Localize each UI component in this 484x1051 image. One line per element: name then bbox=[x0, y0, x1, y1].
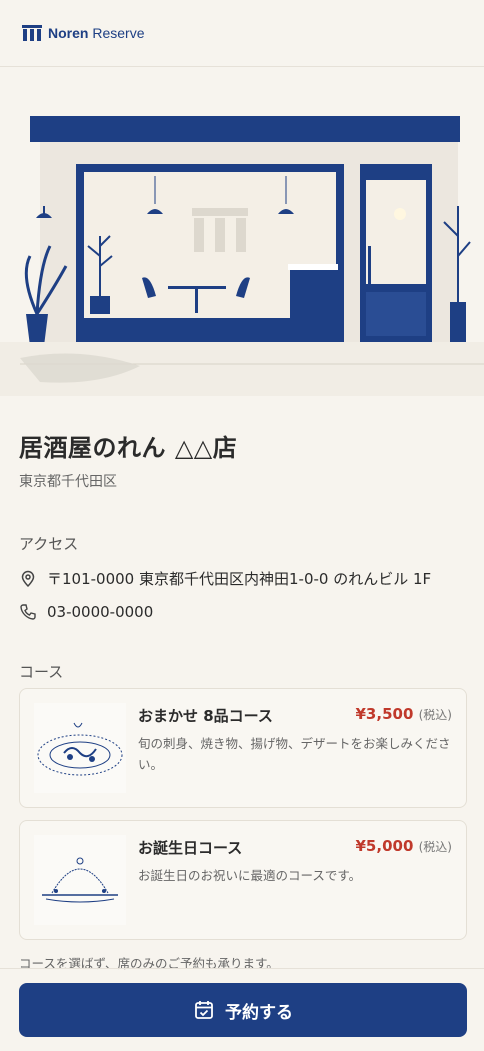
course-description: お誕生日のお祝いに最適のコースです。 bbox=[138, 868, 362, 883]
seat-only-note: コースを選ばず、席のみのご予約も承ります。 bbox=[19, 956, 279, 971]
footer-divider bbox=[0, 968, 484, 969]
store-area: 東京都千代田区 bbox=[19, 474, 117, 490]
access-section-title: アクセス bbox=[19, 535, 79, 553]
noren-logo-icon bbox=[22, 25, 42, 41]
course-section-title: コース bbox=[19, 663, 64, 681]
course-description: 旬の刺身、焼き物、揚げ物、デザートをお楽しみください。 bbox=[138, 736, 451, 772]
phone-icon bbox=[20, 604, 36, 620]
reserve-button-label: 予約する bbox=[225, 1002, 293, 1023]
app-header: Noren Reserve bbox=[0, 0, 484, 67]
calendar-check-icon bbox=[195, 1001, 213, 1019]
storefront-image bbox=[0, 96, 484, 396]
course-name: おまかせ 8品コース bbox=[138, 707, 273, 725]
course-name: お誕生日コース bbox=[138, 839, 243, 857]
brand-name: Noren Reserve bbox=[48, 25, 145, 41]
course-price: ¥3,500 (税込) bbox=[355, 705, 453, 723]
store-name: 居酒屋のれん △△店 bbox=[19, 434, 238, 462]
phone-text: 03-0000-0000 bbox=[47, 603, 154, 621]
course-omakase-image bbox=[34, 703, 126, 793]
address-row[interactable]: 〒101-0000 東京都千代田区内神田1-0-0 のれんビル 1F bbox=[19, 568, 465, 589]
course-birthday-image bbox=[34, 835, 126, 925]
course-price: ¥5,000 (税込) bbox=[355, 837, 453, 855]
map-pin-icon bbox=[21, 570, 35, 587]
phone-row[interactable]: 03-0000-0000 bbox=[19, 603, 465, 621]
address-text: 〒101-0000 東京都千代田区内神田1-0-0 のれんビル 1F bbox=[47, 570, 432, 588]
course-card[interactable]: おまかせ 8品コース ¥3,500 (税込) 旬の刺身、焼き物、揚げ物、デザート… bbox=[19, 688, 467, 808]
reserve-button[interactable]: 予約する bbox=[19, 983, 467, 1037]
course-card[interactable]: お誕生日コース ¥5,000 (税込) お誕生日のお祝いに最適のコースです。 bbox=[19, 820, 467, 940]
